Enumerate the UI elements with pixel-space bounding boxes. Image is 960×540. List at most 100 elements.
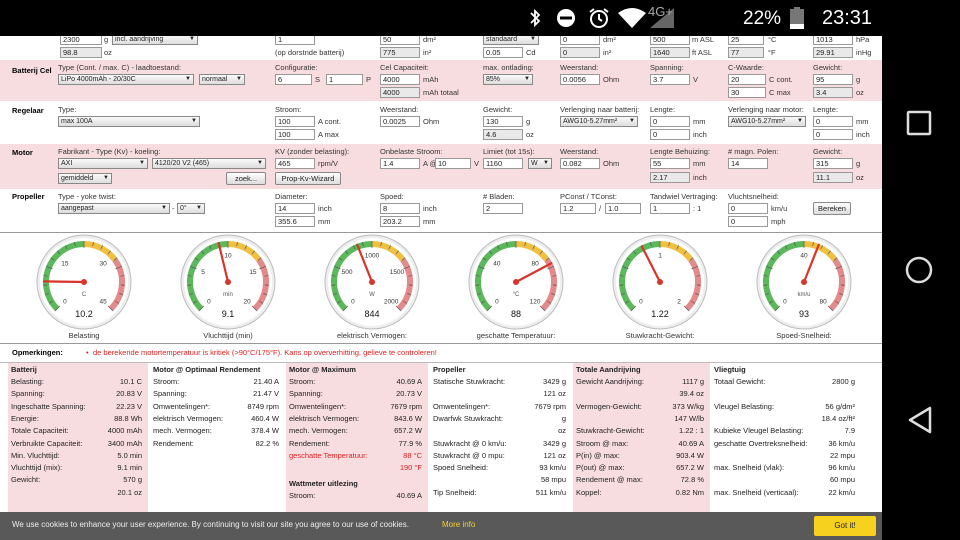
chevron-down-icon: ▼ — [103, 175, 109, 181]
clock: 23:31 — [822, 7, 873, 29]
field-capacity[interactable]: 4000 — [380, 74, 420, 85]
field-battery-ext-length-in[interactable]: 0 — [650, 129, 690, 140]
results-subtitle: Wattmeter uitlezing — [289, 479, 358, 489]
select-prop-twist[interactable]: 0° ▼ — [177, 203, 205, 214]
field-cd[interactable]: 0.05 — [483, 47, 523, 58]
cookie-more-info-link[interactable]: More info — [442, 520, 475, 529]
unit: hPa — [856, 35, 870, 44]
select-charge-state[interactable]: normaal ▼ — [199, 74, 245, 85]
field-case-length[interactable]: 55 — [650, 158, 690, 169]
field-motor-resistance[interactable]: 0.082 — [560, 158, 600, 169]
unit: oz — [856, 88, 864, 97]
field-noload-current[interactable]: 1.4 — [380, 158, 420, 169]
field-controller-resistance[interactable]: 0.0025 — [380, 116, 420, 127]
recents-button-icon[interactable] — [906, 110, 932, 136]
field-motor-ext-length-in[interactable]: 0 — [813, 129, 853, 140]
field-prop-blades[interactable]: 2 — [483, 203, 523, 214]
chevron-down-icon: ▼ — [139, 160, 145, 166]
field-c-max[interactable]: 30 — [728, 87, 766, 98]
results-column: Batterij Belasting: 10.1 C Spanning: 20.83 V… — [8, 363, 148, 513]
select-max-discharge[interactable]: 85% ▼ — [483, 74, 533, 85]
field-poles[interactable]: 14 — [728, 158, 768, 169]
field-motor-weight[interactable]: 315 — [813, 158, 853, 169]
results-key: Vleugel Belasting: — [714, 401, 775, 411]
select-limit-unit[interactable]: W ▼ — [528, 158, 552, 169]
field-cells-s[interactable]: 6 — [275, 74, 312, 85]
field-noload-voltage[interactable]: 10 — [435, 158, 471, 169]
separator: / — [599, 204, 602, 213]
field-pconst[interactable]: 1.2 — [560, 203, 596, 214]
results-value: 7679 rpm — [390, 401, 422, 411]
gauge-tick-label: 0 — [495, 299, 499, 306]
select-controller-type[interactable]: max 100A ▼ — [58, 116, 200, 127]
calculate-button[interactable]: Bereken — [813, 202, 851, 215]
label: Type (Cont. / max. C) - laadtoestand: — [58, 63, 181, 72]
home-button-icon[interactable] — [904, 255, 934, 285]
results-value: 121 oz — [543, 450, 566, 460]
label: Vluchtsnelheid: — [728, 192, 779, 201]
chevron-down-icon: ▼ — [543, 160, 549, 166]
results-column: Propeller Statische Stuwkracht: 3429 g 121 … — [430, 363, 572, 513]
battery-percent: 22% — [743, 8, 782, 29]
results-value: 88 °C — [403, 450, 422, 460]
gauge-value: 1.22 — [651, 309, 669, 319]
results-value: g — [561, 413, 566, 423]
select-motor-model[interactable]: 4120/20 V2 (465) ▼ — [152, 158, 266, 169]
prop-kv-wizard-button[interactable]: Prop-Kv-Wizard — [275, 172, 341, 185]
select-prop-type[interactable]: aangepast ▼ — [58, 203, 170, 214]
results-row: elektrisch Vermogen: 843.6 W — [286, 414, 428, 426]
field-prop-diameter[interactable]: 14 — [275, 203, 315, 214]
results-value: 121 oz — [543, 389, 566, 399]
field-power-limit[interactable]: 1160 — [483, 158, 523, 169]
cookie-accept-button[interactable]: Got it! — [814, 516, 876, 536]
field-motor-ext-length[interactable]: 0 — [813, 116, 853, 127]
unit: Cd — [526, 48, 536, 57]
field-controller-weight[interactable]: 130 — [483, 116, 523, 127]
results-value: 511 km/u — [535, 487, 566, 497]
results-value: 460.4 W — [251, 413, 279, 423]
field-c-cont[interactable]: 20 — [728, 74, 766, 85]
results-value: 1117 g — [682, 377, 704, 386]
select-battery-type[interactable]: LiPo 4000mAh - 20/30C ▼ — [58, 74, 194, 85]
unit: inch — [423, 204, 437, 213]
unit: Ohm — [423, 117, 440, 126]
select-motor-maker[interactable]: AXI ▼ — [58, 158, 148, 169]
results-key: Stroom: — [289, 491, 316, 501]
field-temp-f: 77 — [728, 47, 764, 58]
results-value: 22 km/u — [828, 487, 855, 497]
field-battery-ext-length[interactable]: 0 — [650, 116, 690, 127]
select-battery-extension[interactable]: AWG10-5.27mm² ▼ — [560, 116, 638, 127]
results-row: Stuwkracht-Gewicht: 1.22 : 1 — [573, 426, 710, 438]
status-bar: 4G+ 22% 23:31 — [0, 0, 882, 36]
results-key: max. Snelheid (vlak): — [714, 463, 785, 473]
unit: Ohm — [603, 159, 620, 168]
back-button-icon[interactable] — [906, 405, 934, 435]
results-column-title: Propeller — [433, 365, 466, 374]
label: Verlenging naar motor: — [728, 105, 804, 114]
gauge-tick-label: 80 — [819, 299, 827, 306]
field-flight-speed[interactable]: 0 — [728, 203, 768, 214]
results-value: 58 mpu — [540, 475, 566, 485]
chevron-down-icon: ▼ — [257, 160, 263, 166]
field-battery-resistance[interactable]: 0.0056 — [560, 74, 600, 85]
field-prop-pitch[interactable]: 8 — [380, 203, 420, 214]
results-column: Vliegtuig Totaal Gewicht: 2800 g Vleugel Be… — [711, 363, 861, 513]
field-gear-ratio[interactable]: 1 — [650, 203, 690, 214]
field-flight-speed-mph[interactable]: 0 — [728, 216, 768, 227]
field-tconst[interactable]: 1.0 — [605, 203, 641, 214]
select-motor-cooling[interactable]: gemiddeld ▼ — [58, 173, 112, 184]
field-cell-voltage[interactable]: 3.7 — [650, 74, 690, 85]
field-controller-current-max[interactable]: 100 — [275, 129, 315, 140]
select-value: AWG10-5.27mm² — [731, 118, 786, 125]
select-motor-extension[interactable]: AWG10-5.27mm² ▼ — [728, 116, 806, 127]
field-battery-weight[interactable]: 95 — [813, 74, 853, 85]
chevron-down-icon: ▼ — [629, 118, 635, 124]
field-kv[interactable]: 465 — [275, 158, 315, 169]
field-capacity-total: 4000 — [380, 87, 420, 98]
field-controller-current-cont[interactable]: 100 — [275, 116, 315, 127]
gauge-tick-label: 0 — [783, 299, 787, 306]
search-motor-button[interactable]: zoek... — [226, 172, 266, 185]
field-cells-p[interactable]: 1 — [326, 74, 363, 85]
field-prop-pitch-mm[interactable]: 203.2 — [380, 216, 420, 227]
field-prop-diameter-mm[interactable]: 355.6 — [275, 216, 315, 227]
